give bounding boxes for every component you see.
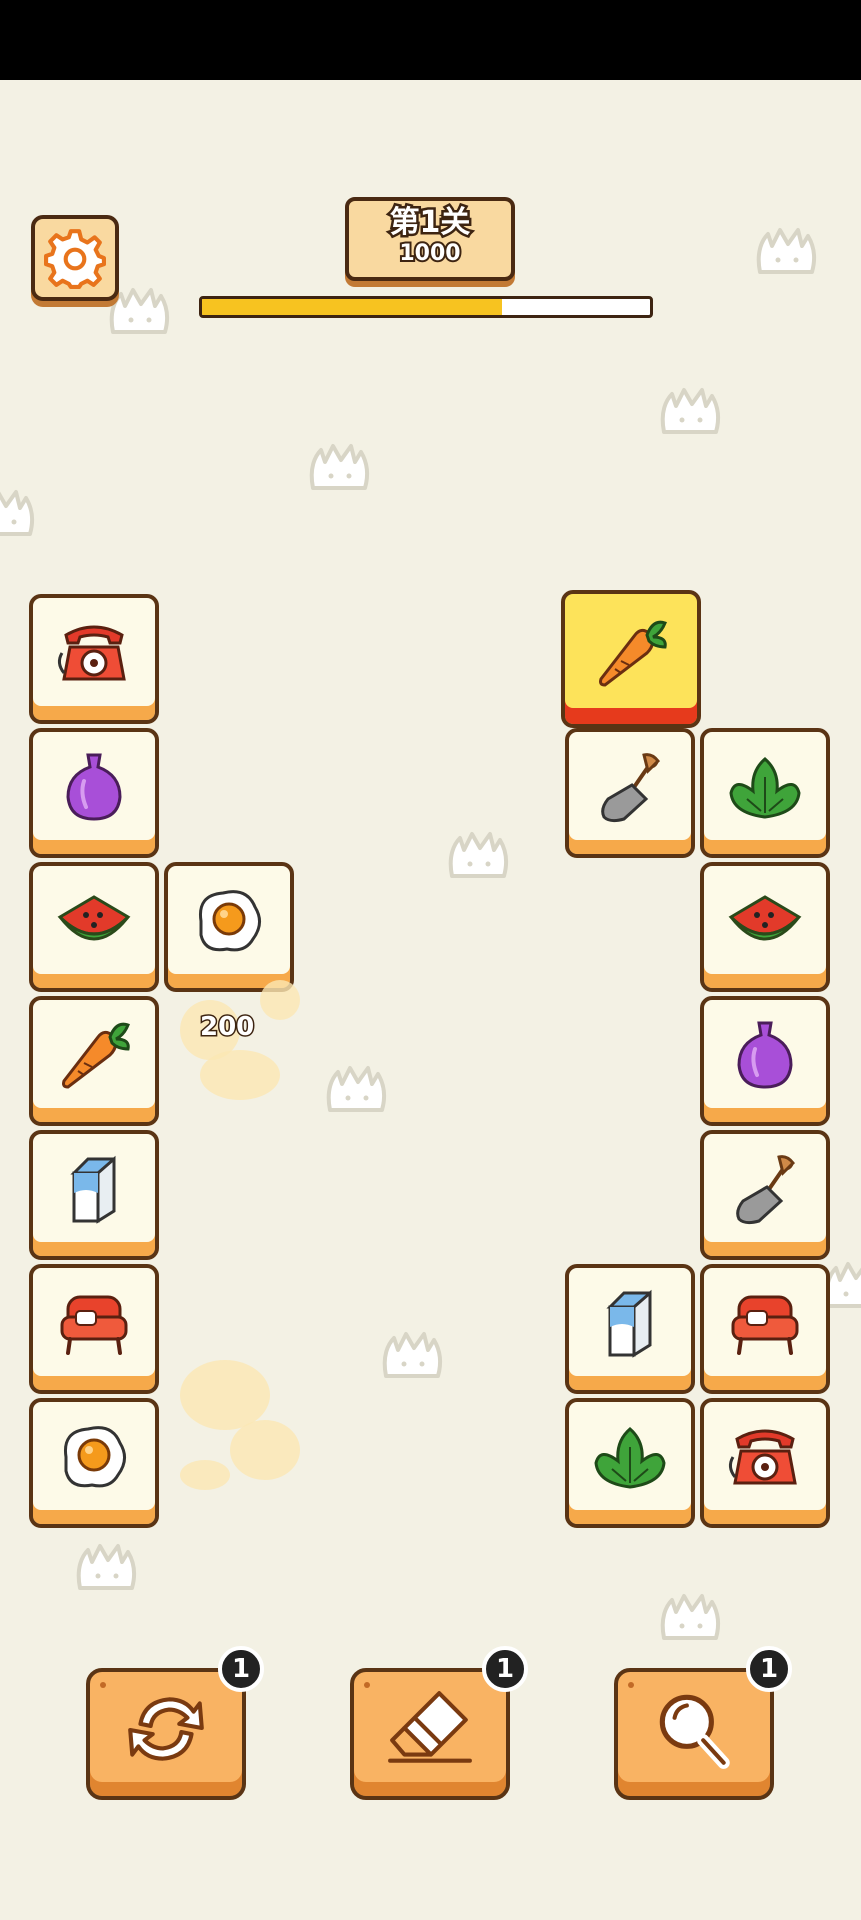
sparkle-effect: [180, 1360, 270, 1430]
level-progress-fill: [202, 299, 503, 315]
tile-telephone[interactable]: [29, 594, 159, 724]
tile-carrot-selected[interactable]: [561, 590, 701, 728]
telephone-icon: [54, 613, 134, 693]
telephone-icon: [725, 1417, 805, 1497]
sparkle-effect: [260, 980, 300, 1020]
shuffle-count-badge: 1: [218, 1646, 264, 1692]
tile-onion[interactable]: [29, 728, 159, 858]
level-score: 1000: [397, 239, 462, 268]
magnifier-icon: [648, 1683, 740, 1775]
tile-armchair[interactable]: [700, 1264, 830, 1394]
tile-fried-egg[interactable]: [29, 1398, 159, 1528]
armchair-icon: [725, 1283, 805, 1363]
level-progress-bar: [199, 296, 653, 318]
cat-decoration-icon: [752, 222, 822, 282]
tile-shovel[interactable]: [700, 1130, 830, 1260]
status-bar: [0, 0, 861, 80]
cat-decoration-icon: [656, 382, 726, 442]
onion-icon: [54, 747, 134, 827]
armchair-icon: [54, 1283, 134, 1363]
shovel-icon: [725, 1149, 805, 1229]
tile-telephone[interactable]: [700, 1398, 830, 1528]
tile-milk-carton[interactable]: [29, 1130, 159, 1260]
tile-shovel[interactable]: [565, 728, 695, 858]
settings-button[interactable]: [31, 215, 119, 301]
watermelon-icon: [725, 881, 805, 961]
refresh-icon: [120, 1683, 212, 1775]
level-panel: 第1关 1000: [345, 197, 515, 281]
onion-icon: [725, 1015, 805, 1095]
sparkle-effect: [180, 1460, 230, 1490]
tile-onion[interactable]: [700, 996, 830, 1126]
fried-egg-icon: [54, 1417, 134, 1497]
cat-decoration-icon: [72, 1538, 142, 1598]
lettuce-icon: [725, 747, 805, 827]
cat-decoration-icon: [322, 1060, 392, 1120]
score-popup: 200: [198, 1011, 255, 1044]
milk-carton-icon: [54, 1149, 134, 1229]
tile-watermelon[interactable]: [29, 862, 159, 992]
hint-count-badge: 1: [746, 1646, 792, 1692]
shovel-icon: [590, 747, 670, 827]
tile-milk-carton[interactable]: [565, 1264, 695, 1394]
carrot-icon: [54, 1015, 134, 1095]
eraser-button[interactable]: 1: [350, 1646, 528, 1800]
eraser-icon: [384, 1683, 476, 1775]
level-title: 第1关: [387, 203, 473, 243]
eraser-count-badge: 1: [482, 1646, 528, 1692]
sparkle-effect: [200, 1050, 280, 1100]
hint-button[interactable]: 1: [614, 1646, 792, 1800]
carrot-icon: [591, 613, 671, 693]
tile-lettuce[interactable]: [700, 728, 830, 858]
cat-decoration-icon: [378, 1326, 448, 1386]
shuffle-button[interactable]: 1: [86, 1646, 264, 1800]
gear-icon: [44, 227, 106, 289]
tile-lettuce[interactable]: [565, 1398, 695, 1528]
milk-carton-icon: [590, 1283, 670, 1363]
cat-decoration-icon: [444, 826, 514, 886]
cat-decoration-icon: [656, 1588, 726, 1648]
tile-watermelon[interactable]: [700, 862, 830, 992]
lettuce-icon: [590, 1417, 670, 1497]
tile-armchair[interactable]: [29, 1264, 159, 1394]
cat-decoration-icon: [0, 484, 40, 544]
sparkle-effect: [230, 1420, 300, 1480]
fried-egg-icon: [189, 881, 269, 961]
tile-carrot[interactable]: [29, 996, 159, 1126]
cat-decoration-icon: [305, 438, 375, 498]
tile-fried-egg[interactable]: [164, 862, 294, 992]
watermelon-icon: [54, 881, 134, 961]
